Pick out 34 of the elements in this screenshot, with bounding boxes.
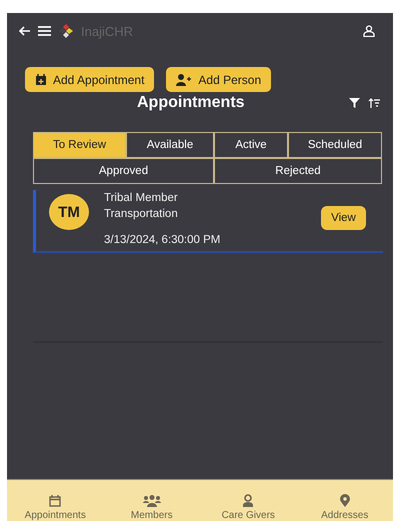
- calendar-icon: [49, 495, 62, 507]
- action-button[interactable]: Add Appointment: [25, 67, 154, 92]
- nav-tab[interactable]: Appointments: [7, 480, 104, 521]
- add-person-icon: [176, 74, 192, 86]
- nav-label: Appointments: [24, 510, 86, 521]
- menu-icon[interactable]: [38, 26, 51, 36]
- calendar-icon: [35, 74, 47, 86]
- person-icon: [242, 494, 254, 507]
- nav-label: Care Givers: [222, 510, 275, 521]
- filter-tab[interactable]: Scheduled: [288, 132, 382, 158]
- initials-avatar: TM: [49, 194, 89, 230]
- location-pin-icon: [340, 494, 350, 507]
- page-title: Appointments: [137, 94, 245, 112]
- nav-tab[interactable]: Members: [104, 480, 200, 521]
- action-button[interactable]: Add Person: [166, 67, 272, 92]
- user-icon[interactable]: [363, 25, 375, 37]
- nav-tab[interactable]: Care Givers: [200, 480, 296, 521]
- filter-tab[interactable]: Active: [214, 132, 288, 158]
- filter-icon[interactable]: [349, 98, 360, 108]
- filter-tab[interactable]: To Review: [33, 132, 126, 158]
- back-icon[interactable]: [19, 26, 31, 36]
- member-name: Tribal Member: [104, 191, 179, 206]
- group-icon: [142, 495, 161, 507]
- view-button[interactable]: View: [321, 206, 366, 230]
- filter-tab[interactable]: Rejected: [214, 158, 382, 184]
- filter-tab[interactable]: Approved: [33, 158, 214, 184]
- nav-tab[interactable]: Addresses: [296, 480, 393, 521]
- sort-icon[interactable]: [368, 98, 380, 108]
- appointment-time: 3/13/2024, 6:30:00 PM: [104, 233, 220, 248]
- appointment-type: Transportation: [104, 207, 179, 222]
- nav-label: Members: [130, 510, 173, 521]
- nav-label: Addresses: [321, 510, 368, 521]
- filter-tab[interactable]: Available: [126, 132, 214, 158]
- logo-icon: [58, 23, 74, 39]
